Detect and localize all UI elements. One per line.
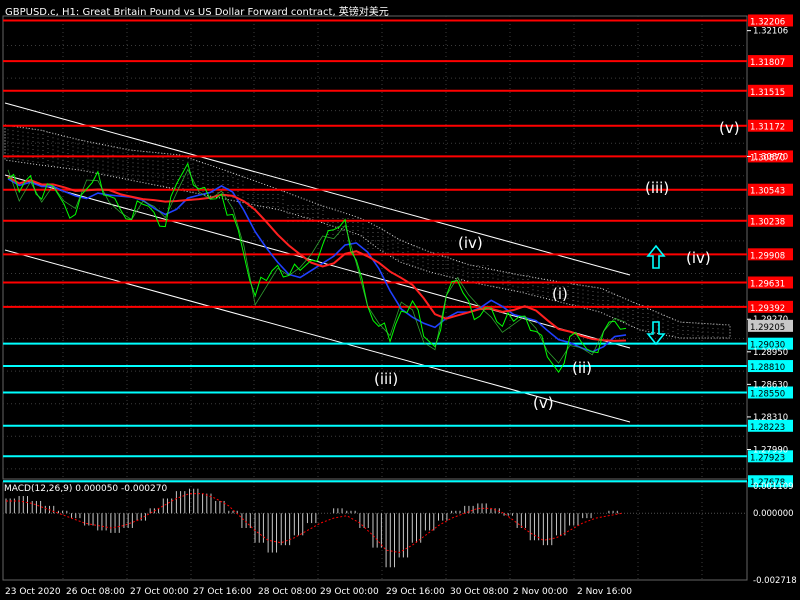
time-tick-label: 29 Oct 16:00	[386, 587, 445, 597]
price-tick-label: 1.28630	[753, 380, 788, 390]
time-tick-label: 30 Oct 08:00	[450, 587, 509, 597]
price-tick-label: 1.28950	[753, 348, 788, 358]
time-tick-label: 2 Nov 16:00	[577, 587, 632, 597]
arrow-up-icon	[646, 244, 666, 269]
chart-canvas[interactable]: 1.322061.318071.315151.311721.308701.305…	[0, 0, 800, 600]
arrow-down-icon	[646, 321, 666, 346]
wave-label-iii-right: (iii)	[645, 179, 669, 197]
time-tick-label: 27 Oct 16:00	[193, 587, 252, 597]
macd-title: MACD(12,26,9) 0.000050 -0.000270	[4, 484, 168, 494]
time-tick-label: 27 Oct 00:00	[130, 587, 189, 597]
level-red-label: 1.29392	[750, 304, 785, 314]
price-tick-label: 1.30870	[753, 152, 788, 162]
macd-tick-label: -0.002718	[753, 576, 797, 586]
wave-label-v: (v)	[533, 394, 554, 412]
price-tick-label: 1.28310	[753, 413, 788, 423]
level-red-label: 1.29908	[750, 251, 785, 261]
current-price-label: 1.29205	[750, 323, 785, 333]
level-cyan-label: 1.28810	[750, 363, 785, 373]
price-tick-label: 1.32106	[753, 27, 788, 37]
main-frame	[2, 15, 748, 480]
level-red-label: 1.31172	[750, 123, 785, 133]
level-red-label: 1.30543	[750, 187, 785, 197]
time-tick-label: 2 Nov 00:00	[513, 587, 568, 597]
wave-label-iv-right: (iv)	[686, 249, 711, 267]
level-cyan-label: 1.28223	[750, 423, 785, 433]
price-tick-label: 1.27990	[753, 445, 788, 455]
wave-label-v-right: (v)	[719, 119, 740, 137]
price-line	[7, 162, 627, 374]
level-red-label: 1.31807	[750, 58, 785, 68]
level-red-label: 1.30238	[750, 218, 785, 228]
time-tick-label: 28 Oct 08:00	[258, 587, 317, 597]
level-red-label: 1.29631	[750, 280, 785, 290]
macd-tick-label: 0.001109	[753, 482, 794, 492]
macd-signal	[6, 493, 623, 554]
wave-label-i: (i)	[552, 285, 568, 303]
macd-tick-label: 0.000000	[753, 509, 794, 519]
level-cyan-label: 1.28550	[750, 390, 785, 400]
time-tick-label: 26 Oct 08:00	[66, 587, 125, 597]
wave-label-ii: (ii)	[572, 359, 592, 377]
time-tick-label: 29 Oct 00:00	[320, 587, 379, 597]
level-red-label: 1.31515	[750, 88, 785, 98]
time-tick-label: 23 Oct 2020	[5, 587, 61, 597]
chart-title: GBPUSD.c, H1: Great Britain Pound vs US …	[5, 7, 389, 18]
wave-label-iv: (iv)	[458, 234, 483, 252]
wave-label-iii: (iii)	[374, 370, 398, 388]
